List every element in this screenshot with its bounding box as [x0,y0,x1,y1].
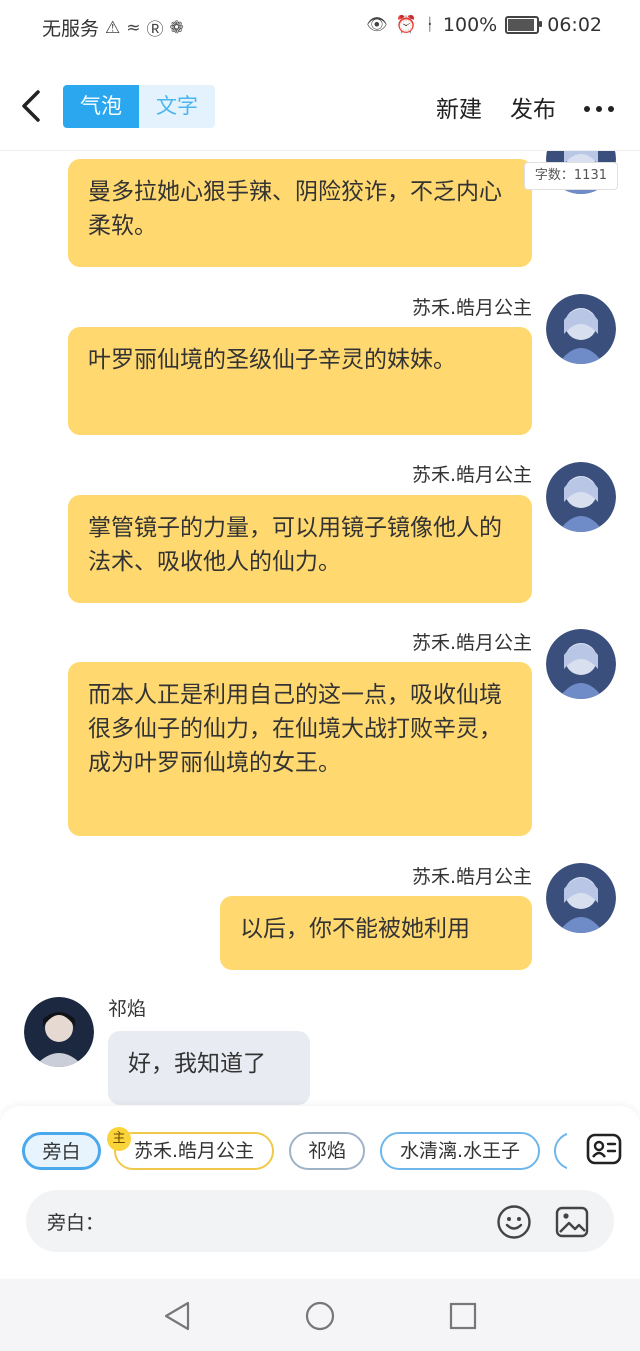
input-role-label: 旁白： [47,1212,105,1234]
role-chip-overflow[interactable] [554,1132,567,1170]
sender-name: 苏禾.皓月公主 [411,297,532,319]
smiley-icon [497,1205,531,1239]
nav-home-button[interactable] [303,1299,337,1333]
publish-button[interactable]: 发布 [510,90,556,124]
bluetooth-icon: ᛂ [424,15,435,35]
status-left: 无服务 ⚠ ≈ Ⓡ ❁ [42,14,184,41]
image-button[interactable] [554,1204,590,1240]
message-bubble[interactable]: 好，我知道了 [108,1031,310,1105]
message-bubble[interactable]: 掌管镜子的力量，可以用镜子镜像他人的法术、吸收他人的仙力。 [68,495,532,603]
message-bubble[interactable]: 曼多拉她心狠手辣、阴险狡诈，不乏内心柔软。 [68,159,532,267]
triangle-back-icon [164,1301,190,1331]
message-bubble[interactable]: 叶罗丽仙境的圣级仙子辛灵的妹妹。 [68,327,532,435]
back-button[interactable] [18,88,48,124]
sender-name: 苏禾.皓月公主 [411,632,532,654]
avatar-princess[interactable] [546,294,616,364]
emoji-button[interactable] [496,1204,532,1240]
sender-name: 祁焰 [108,998,147,1020]
battery-fill [508,19,535,31]
battery-percent: 100% [442,14,498,36]
sim-alert-icon: ⚠ [105,17,121,38]
message-input-bar: 旁白： [26,1190,614,1252]
message-bubble[interactable]: 而本人正是利用自己的这一点，吸收仙境很多仙子的仙力，在仙境大战打败辛灵，成为叶罗… [68,662,532,836]
eye-icon: 👁 [365,15,388,35]
message-bubble[interactable]: 以后，你不能被她利用 [220,896,532,970]
more-dot [608,106,614,112]
more-dot [596,106,602,112]
role-list-button[interactable] [586,1131,622,1167]
status-bar: 无服务 ⚠ ≈ Ⓡ ❁ 👁 ⏰ ᛂ 100% 06:02 [0,0,640,50]
mode-switch: 气泡 文字 [63,85,215,128]
system-nav-bar [0,1279,640,1351]
status-right: 👁 ⏰ ᛂ 100% 06:02 [366,14,602,36]
k-app-icon: Ⓡ [146,20,164,40]
role-chip-narration[interactable]: 旁白 [22,1132,101,1170]
clock: 06:02 [547,14,602,36]
square-recents-icon [449,1302,477,1330]
nav-recents-button[interactable] [446,1299,480,1333]
avatar-qiyan[interactable] [24,997,94,1067]
contact-card-icon [586,1133,622,1165]
image-icon [555,1206,589,1238]
avatar-princess[interactable] [546,629,616,699]
tab-text[interactable]: 文字 [139,85,215,128]
carrier-text: 无服务 [42,18,100,40]
tab-bubble[interactable]: 气泡 [63,85,139,128]
sender-name: 苏禾.皓月公主 [411,866,532,888]
word-count-badge: 字数：1131 [523,162,618,190]
top-app-bar: 气泡 文字 新建 发布 [0,60,640,151]
nav-back-button[interactable] [160,1299,194,1333]
role-chip-princess[interactable]: 苏禾.皓月公主 [114,1132,274,1170]
new-button[interactable]: 新建 [436,90,482,124]
more-dot [584,106,590,112]
sender-name: 苏禾.皓月公主 [411,464,532,486]
more-menu-button[interactable] [584,106,614,112]
message-input[interactable] [106,1202,490,1242]
circle-home-icon [305,1301,335,1331]
color-app-icon: ❁ [169,17,184,38]
wifi-icon: ≈ [126,17,141,38]
chat-list[interactable]: 曼多拉她心狠手辣、阴险狡诈，不乏内心柔软。 苏禾.皓月公主 叶罗丽仙境的圣级仙子… [0,151,640,1106]
back-arrow-icon [22,90,40,122]
role-selector: 旁白 苏禾.皓月公主 祁焰 水清漓.水王子 [22,1132,567,1172]
role-chip-water-prince[interactable]: 水清漓.水王子 [380,1132,540,1170]
avatar-princess[interactable] [546,863,616,933]
role-chip-qiyan[interactable]: 祁焰 [289,1132,365,1170]
alarm-icon: ⏰ [395,15,417,35]
lead-role-badge: 主 [107,1127,131,1151]
battery-icon [505,16,543,34]
avatar-princess[interactable] [546,462,616,532]
